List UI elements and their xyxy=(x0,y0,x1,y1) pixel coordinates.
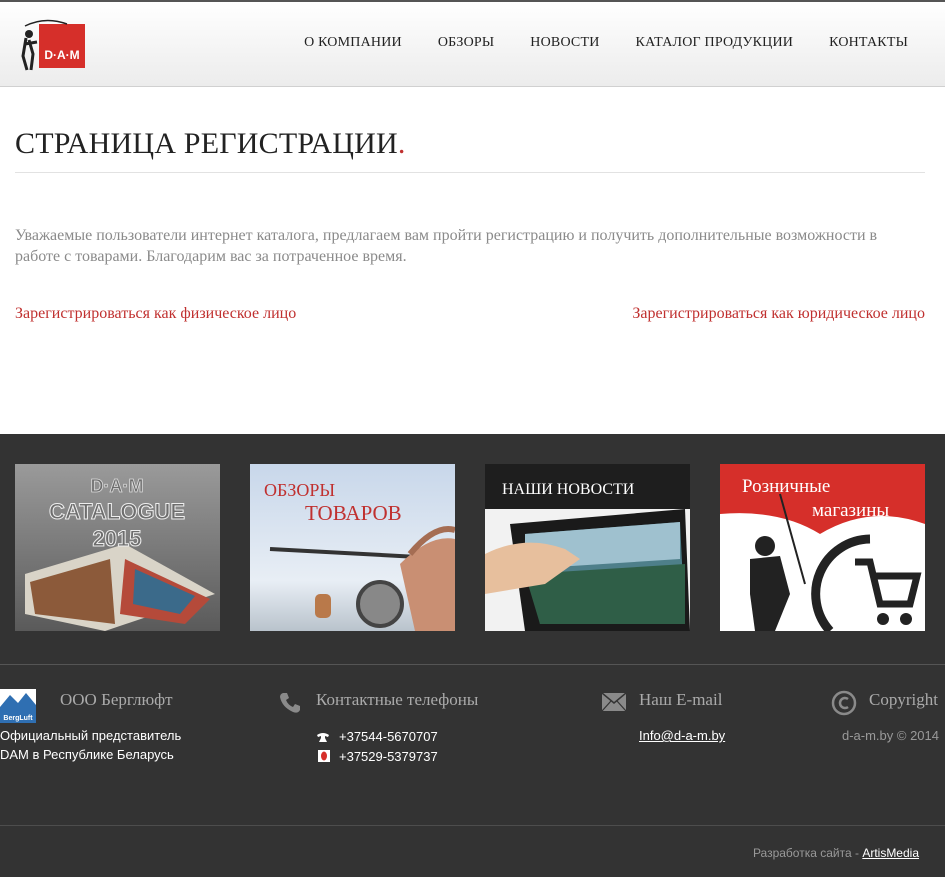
intro-text: Уважаемые пользователи интернет каталога… xyxy=(15,227,878,265)
svg-text:ОБЗОРЫ: ОБЗОРЫ xyxy=(264,480,335,500)
page-title-text: СТРАНИЦА РЕГИСТРАЦИИ xyxy=(15,127,398,160)
footer-divider-bottom xyxy=(0,825,945,826)
phone-2[interactable]: +37529-5379737 xyxy=(339,747,438,766)
copyright-text: d-a-m.by © 2014 xyxy=(841,728,939,743)
envelope-icon xyxy=(601,692,627,716)
tile-catalogue[interactable]: D·A·M CATALOGUE 2015 xyxy=(15,464,220,631)
bergluft-logo: BergLuft xyxy=(0,689,36,728)
developer-link[interactable]: ArtisMedia xyxy=(862,846,919,860)
copyright-heading: Copyright xyxy=(869,690,938,709)
tile-news[interactable]: НАШИ НОВОСТИ xyxy=(485,464,690,631)
footer-divider-top xyxy=(0,664,945,665)
svg-text:НАШИ НОВОСТИ: НАШИ НОВОСТИ xyxy=(502,481,635,498)
svg-text:CATALOGUE: CATALOGUE xyxy=(49,499,185,524)
phone-1[interactable]: +37544-5670707 xyxy=(339,727,438,746)
developer-prefix: Разработка сайта - xyxy=(752,846,863,860)
nav-contacts[interactable]: КОНТАКТЫ xyxy=(829,35,908,51)
nav-news[interactable]: НОВОСТИ xyxy=(530,35,599,51)
page-title: СТРАНИЦА РЕГИСТРАЦИИ. xyxy=(15,127,406,161)
email-heading: Наш E-mail xyxy=(639,690,723,709)
register-individual-link[interactable]: Зарегистрироваться как физическое лицо xyxy=(15,305,296,323)
phones-heading: Контактные телефоны xyxy=(316,690,479,709)
svg-text:магазины: магазины xyxy=(812,500,889,521)
phone-icon xyxy=(278,691,302,720)
tile-reviews[interactable]: ОБЗОРЫ ТОВАРОВ xyxy=(250,464,455,631)
developer-credit: Разработка сайта - ArtisMedia xyxy=(753,846,919,860)
site-footer: D·A·M CATALOGUE 2015 ОБЗОРЫ ТОВАРОВ НАШИ… xyxy=(0,434,945,877)
nav-about[interactable]: О КОМПАНИИ xyxy=(304,35,402,51)
register-legal-link[interactable]: Зарегистрироваться как юридическое лицо xyxy=(632,305,925,323)
svg-text:D·A·M: D·A·M xyxy=(91,476,144,496)
title-divider xyxy=(15,172,925,173)
dam-logo[interactable]: D·A·M xyxy=(17,18,87,72)
svg-text:Розничные: Розничные xyxy=(742,476,830,497)
svg-text:D·A·M: D·A·M xyxy=(44,48,79,62)
title-dot: . xyxy=(397,127,406,160)
company-line-1: Официальный представитель xyxy=(0,728,182,743)
svg-text:ТОВАРОВ: ТОВАРОВ xyxy=(305,501,402,525)
email-link[interactable]: Info@d-a-m.by xyxy=(639,728,725,743)
main-nav: О КОМПАНИИ ОБЗОРЫ НОВОСТИ КАТАЛОГ ПРОДУК… xyxy=(304,35,908,51)
copyright-icon xyxy=(831,690,857,721)
nav-reviews[interactable]: ОБЗОРЫ xyxy=(438,35,494,51)
mobile-operator-icon xyxy=(318,749,330,767)
landline-icon xyxy=(316,730,330,748)
svg-text:2015: 2015 xyxy=(93,526,142,551)
company-heading: ООО Берглюфт xyxy=(60,690,173,709)
svg-text:BergLuft: BergLuft xyxy=(3,715,33,722)
site-header: D·A·M О КОМПАНИИ ОБЗОРЫ НОВОСТИ КАТАЛОГ … xyxy=(0,0,945,87)
tile-shops[interactable]: Розничные магазины xyxy=(720,464,925,631)
company-description: Официальный представитель DAM в Республи… xyxy=(0,726,181,764)
nav-catalog[interactable]: КАТАЛОГ ПРОДУКЦИИ xyxy=(636,35,794,51)
company-line-2: DAM в Республике Беларусь xyxy=(0,747,174,762)
